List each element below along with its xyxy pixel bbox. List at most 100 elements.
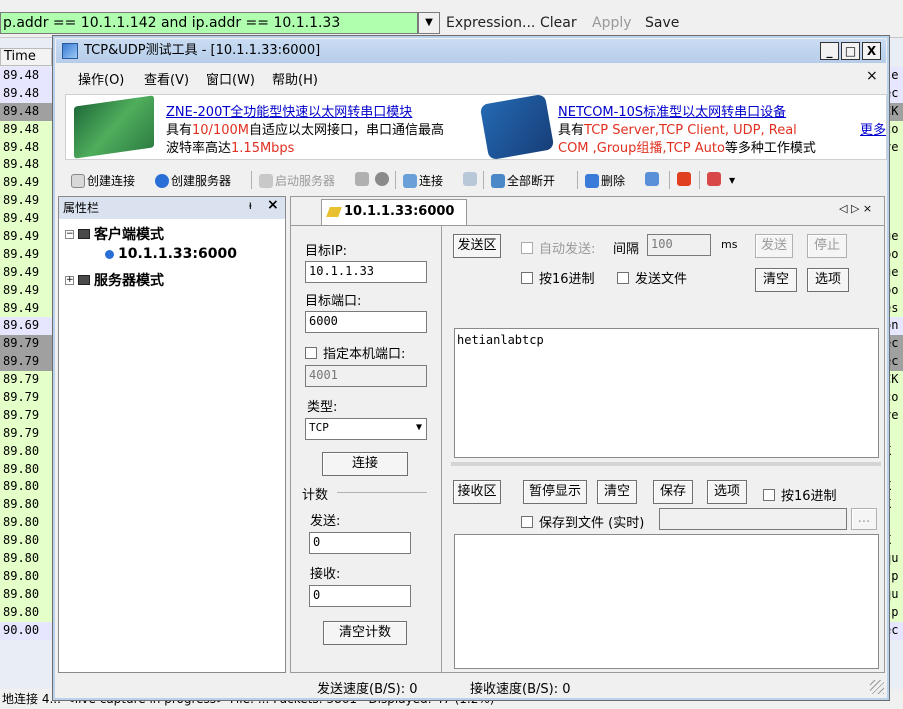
disconnect-icon[interactable] — [463, 172, 477, 186]
maximize-button[interactable]: □ — [841, 42, 860, 60]
menu-help[interactable]: 帮助(H) — [272, 69, 318, 88]
send-zone-button[interactable]: 发送区 — [453, 234, 501, 258]
filter-dropdown-button[interactable]: ▼ — [418, 12, 440, 34]
clear-filter-button[interactable]: Clear — [540, 15, 577, 31]
target-port-input[interactable]: 6000 — [305, 311, 427, 333]
packet-row-time[interactable]: 89.48 — [0, 120, 52, 139]
create-connection-button[interactable]: 创建连接 — [71, 172, 135, 189]
packet-row-time[interactable]: 89.79 — [0, 424, 52, 443]
more-link[interactable]: 更多 — [860, 119, 886, 138]
packet-row-time[interactable]: 89.48 — [0, 84, 52, 103]
expand-icon[interactable]: + — [65, 275, 74, 285]
auto-send-checkbox[interactable]: 自动发送: — [521, 238, 595, 257]
close-button[interactable]: X — [862, 42, 881, 60]
target-ip-input[interactable]: 10.1.1.33 — [305, 261, 427, 283]
splitter-handle[interactable] — [451, 462, 881, 466]
type-select[interactable]: TCP ▼ — [305, 418, 427, 440]
stop-button[interactable]: 停止 — [807, 234, 847, 258]
packet-row-time[interactable]: 89.80 — [0, 478, 52, 497]
pin-icon[interactable]: ᵼ — [249, 198, 252, 212]
tab-nav-controls[interactable]: ◁ ▷ × — [839, 202, 872, 215]
hex-send-checkbox[interactable]: 按16进制 — [521, 268, 595, 287]
power-icon[interactable] — [677, 172, 691, 186]
mdi-close-icon[interactable]: × — [866, 68, 878, 84]
packet-row-time[interactable]: 89.80 — [0, 460, 52, 479]
packet-row-time[interactable]: 89.49 — [0, 245, 52, 264]
packet-row-time[interactable]: 89.79 — [0, 406, 52, 425]
recv-save-button[interactable]: 保存 — [653, 480, 693, 504]
send-file-checkbox[interactable]: 发送文件 — [617, 268, 687, 287]
title-bar[interactable]: TCP&UDP测试工具 - [10.1.1.33:6000] _ □ X — [56, 39, 886, 63]
packet-row-time[interactable]: 89.48 — [0, 138, 52, 157]
packet-row-time[interactable]: 89.80 — [0, 603, 52, 622]
recv-hex-checkbox[interactable]: 按16进制 — [763, 485, 837, 504]
settings-icon[interactable] — [707, 172, 721, 186]
menu-operation[interactable]: 操作(O) — [78, 69, 124, 88]
browse-button[interactable]: ... — [851, 508, 877, 530]
pause-display-button[interactable]: 暂停显示 — [523, 480, 587, 504]
receive-textarea[interactable] — [454, 534, 879, 669]
minimize-button[interactable]: _ — [820, 42, 839, 60]
device-product-image[interactable] — [479, 93, 555, 161]
packet-row-time[interactable]: 89.49 — [0, 281, 52, 300]
delete-button[interactable]: 删除 — [585, 172, 625, 189]
recv-options-button[interactable]: 选项 — [707, 480, 747, 504]
packet-row-time[interactable]: 89.80 — [0, 550, 52, 568]
panel-close-icon[interactable]: × — [267, 197, 279, 213]
packet-row-time[interactable]: 89.79 — [0, 353, 52, 372]
packet-row-time[interactable]: 89.49 — [0, 174, 52, 193]
ad1-link[interactable]: ZNE-200T全功能型快速以太网转串口模块 — [166, 101, 412, 120]
recv-clear-button[interactable]: 清空 — [597, 480, 637, 504]
send-textarea[interactable]: hetianlabtcp — [454, 328, 879, 458]
tree-client-mode[interactable]: − 客户端模式 — [65, 224, 164, 244]
packet-row-time[interactable]: 89.80 — [0, 496, 52, 515]
clear-send-button[interactable]: 清空 — [755, 268, 797, 292]
packet-row-time[interactable]: 89.80 — [0, 442, 52, 461]
tab-connection[interactable]: 10.1.1.33:6000 — [321, 199, 467, 225]
packet-row-time[interactable]: 89.80 — [0, 585, 52, 604]
cancel-icon[interactable] — [375, 172, 389, 186]
packet-row-time[interactable]: 89.48 — [0, 67, 52, 85]
packet-row-time[interactable]: 90.00 — [0, 621, 52, 640]
resize-grip-icon[interactable] — [870, 680, 884, 694]
stop-server-icon[interactable] — [355, 172, 369, 186]
recv-zone-button[interactable]: 接收区 — [453, 480, 501, 504]
packet-row-time[interactable]: 89.49 — [0, 228, 52, 246]
packet-row-time[interactable]: 89.49 — [0, 192, 52, 211]
interval-input[interactable]: 100 — [647, 234, 711, 256]
apply-filter-button[interactable]: Apply — [592, 15, 632, 31]
network-icon[interactable] — [645, 172, 659, 186]
packet-row-time[interactable]: 89.79 — [0, 371, 52, 390]
tree-client-entry[interactable]: 10.1.1.33:6000 — [105, 246, 237, 262]
start-server-button[interactable]: 启动服务器 — [259, 172, 335, 189]
packet-row-time[interactable]: 89.80 — [0, 514, 52, 533]
local-port-checkbox[interactable]: 指定本机端口: — [305, 343, 405, 362]
time-column-header[interactable]: Time — [0, 48, 52, 66]
packet-row-time[interactable]: 89.49 — [0, 263, 52, 282]
packet-row-time[interactable]: 89.80 — [0, 567, 52, 586]
packet-row-time[interactable]: 89.79 — [0, 335, 52, 354]
module-product-image[interactable] — [74, 95, 154, 159]
menu-view[interactable]: 查看(V) — [144, 69, 189, 88]
packet-row-time[interactable]: 89.48 — [0, 156, 52, 175]
display-filter-input[interactable]: p.addr == 10.1.1.142 and ip.addr == 10.1… — [0, 12, 418, 34]
packet-row-time[interactable]: 89.49 — [0, 299, 52, 318]
packet-row-time[interactable]: 89.49 — [0, 210, 52, 229]
packet-row-time[interactable]: 89.80 — [0, 532, 52, 551]
save-file-path-input[interactable] — [659, 508, 847, 530]
menu-window[interactable]: 窗口(W) — [206, 69, 255, 88]
clear-count-button[interactable]: 清空计数 — [323, 621, 407, 645]
toolbar-overflow-icon[interactable]: ▼ — [729, 176, 735, 185]
connect-action-button[interactable]: 连接 — [322, 452, 408, 476]
collapse-icon[interactable]: − — [65, 229, 74, 239]
create-server-button[interactable]: 创建服务器 — [155, 172, 231, 189]
expression-button[interactable]: Expression... — [446, 15, 535, 31]
packet-list-time-column[interactable]: 89.48 89.48 89.48 89.48 89.48 89.48 89.49 89.49… — [0, 67, 52, 640]
packet-row-time[interactable]: 89.48 — [0, 102, 52, 121]
save-to-file-checkbox[interactable]: 保存到文件 (实时) — [521, 512, 644, 531]
ad2-link[interactable]: NETCOM-10S标准型以太网转串口设备 — [558, 101, 786, 120]
local-port-input[interactable]: 4001 — [305, 365, 427, 387]
packet-row-time[interactable]: 89.79 — [0, 389, 52, 407]
disconnect-all-button[interactable]: 全部断开 — [491, 172, 555, 189]
connect-button[interactable]: 连接 — [403, 172, 443, 189]
